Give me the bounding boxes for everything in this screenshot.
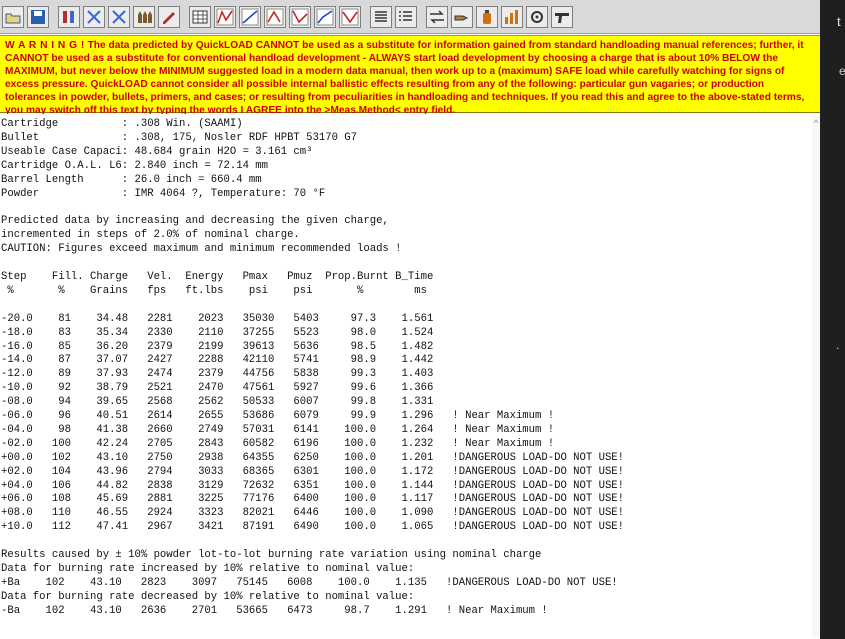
chart-button[interactable] [214, 5, 236, 28]
report-line: Data for burning rate increased by 10% r… [1, 563, 415, 575]
report-line: -18.0 83 35.34 2330 2110 37255 5523 98.0… [1, 326, 434, 339]
report-line: -Ba 102 43.10 2636 2701 53665 6473 98.7 … [1, 604, 548, 617]
chart-4-icon [291, 8, 309, 25]
list-icon [375, 10, 387, 22]
open-button[interactable] [2, 5, 24, 28]
results-report[interactable]: Cartridge : .308 Win. (SAAMI) Bullet : .… [0, 114, 820, 639]
cartridges-button[interactable] [451, 5, 473, 28]
report-line: Cartridge : .308 Win. (SAAMI) [1, 118, 243, 130]
chart-5-icon [316, 8, 334, 25]
cartridge-button[interactable] [58, 5, 80, 28]
save-icon [31, 9, 45, 24]
chart-3-icon [266, 8, 284, 25]
report-line: -06.0 96 40.51 2614 2655 53686 6079 99.9… [1, 410, 555, 423]
report-line: +00.0 102 43.10 2750 2938 64355 6250 100… [1, 451, 625, 464]
powder-button[interactable] [476, 5, 498, 28]
powder-icon [483, 9, 491, 24]
chart-3-button[interactable] [264, 5, 286, 28]
report-line: +02.0 104 43.96 2794 3033 68365 6301 100… [1, 465, 625, 478]
report-line: -14.0 87 37.07 2427 2288 42110 5741 98.9… [1, 354, 434, 367]
save-button[interactable] [27, 5, 49, 28]
warning-text: The data predicted by QuickLOAD CANNOT b… [5, 40, 805, 116]
warning-banner: W A R N I N G ! The data predicted by Qu… [0, 35, 820, 116]
chart-icon [216, 8, 234, 25]
chart-2-button[interactable] [239, 5, 261, 28]
table-button[interactable] [189, 5, 211, 28]
numbered-list-button[interactable] [395, 5, 417, 28]
list-button[interactable] [370, 5, 392, 28]
chart-5-button[interactable] [314, 5, 336, 28]
report-line: -02.0 100 42.24 2705 2843 60582 6196 100… [1, 437, 555, 450]
report-line: -04.0 98 41.38 2660 2749 57031 6141 100.… [1, 423, 555, 436]
report-line: Predicted data by increasing and decreas… [1, 215, 389, 228]
cross-tool-2-icon [112, 9, 126, 24]
chart-4-button[interactable] [289, 5, 311, 28]
bullets-button[interactable] [133, 5, 155, 28]
report-line: Barrel Length : 26.0 inch = 660.4 mm [1, 173, 262, 186]
chart-2-icon [241, 8, 259, 25]
report-line: -12.0 89 37.93 2474 2379 44756 5838 99.3… [1, 368, 434, 381]
report-line: +06.0 108 45.69 2881 3225 77176 6400 100… [1, 493, 625, 506]
settings-icon [531, 10, 543, 23]
report-line: Results caused by ± 10% powder lot-to-lo… [1, 549, 542, 562]
chart-6-icon [341, 8, 359, 25]
report-line: incremented in steps of 2.0% of nominal … [1, 229, 300, 242]
report-line: +Ba 102 43.10 2823 3097 75145 6008 100.0… [1, 576, 618, 589]
report-line: Step Fill. Charge Vel. Energy Pmax Pmuz … [1, 270, 434, 283]
report-line: +08.0 110 46.55 2924 3323 82021 6446 100… [1, 507, 625, 520]
edit-button[interactable] [158, 5, 180, 28]
strip-text-1: t [837, 14, 841, 29]
bar-chart-button[interactable] [501, 5, 523, 28]
report-line: Bullet : .308, 175, Nosler RDF HPBT 5317… [1, 131, 358, 144]
bar-chart-icon [505, 9, 518, 24]
toolbar [0, 0, 820, 34]
report-line: Useable Case Capaci: 48.684 grain H2O = … [1, 145, 313, 158]
cross-tool-button[interactable] [83, 5, 105, 28]
strip-text-3: . [836, 338, 840, 352]
report-line: -16.0 85 36.20 2379 2199 39613 5636 98.5… [1, 340, 434, 353]
bullets-icon [138, 10, 152, 23]
report-line: Data for burning rate decreased by 10% r… [1, 590, 415, 603]
background-window-strip: t e . [820, 0, 845, 639]
open-icon [5, 13, 21, 23]
report-text: Cartridge : .308 Win. (SAAMI) Bullet : .… [0, 114, 820, 619]
edit-icon [163, 11, 175, 24]
compare-button[interactable] [426, 5, 448, 28]
vertical-scrollbar[interactable]: ^ [812, 116, 820, 637]
gun-button[interactable] [551, 5, 573, 28]
report-line: +10.0 112 47.41 2967 3421 87191 6490 100… [1, 521, 625, 534]
warning-lead: W A R N I N G ! [5, 40, 85, 51]
table-icon [192, 10, 208, 23]
report-line: -20.0 81 34.48 2281 2023 35030 5403 97.3… [1, 312, 434, 325]
settings-button[interactable] [526, 5, 548, 28]
cartridge-icon [63, 10, 74, 23]
numbered-list-icon [399, 10, 412, 21]
report-line: -08.0 94 39.65 2568 2562 50533 6007 99.8… [1, 396, 434, 409]
report-line: Cartridge O.A.L. L6: 2.840 inch = 72.14 … [1, 159, 269, 172]
cross-tool-2-button[interactable] [108, 5, 130, 28]
compare-icon [430, 9, 444, 24]
report-line: % % Grains fps ft.lbs psi psi % ms [1, 284, 427, 297]
report-line: CAUTION: Figures exceed maximum and mini… [1, 243, 402, 256]
chart-6-button[interactable] [339, 5, 361, 28]
scroll-up-icon[interactable]: ^ [812, 118, 820, 128]
report-line: +04.0 106 44.82 2838 3129 72632 6351 100… [1, 479, 625, 492]
report-line: Powder : IMR 4064 ?, Temperature: 70 °F [1, 187, 326, 200]
gun-icon [555, 12, 569, 23]
report-line: -10.0 92 38.79 2521 2470 47561 5927 99.6… [1, 382, 434, 395]
strip-text-2: e [839, 64, 845, 78]
cross-tool-icon [87, 9, 101, 24]
cartridges-icon [454, 15, 469, 20]
